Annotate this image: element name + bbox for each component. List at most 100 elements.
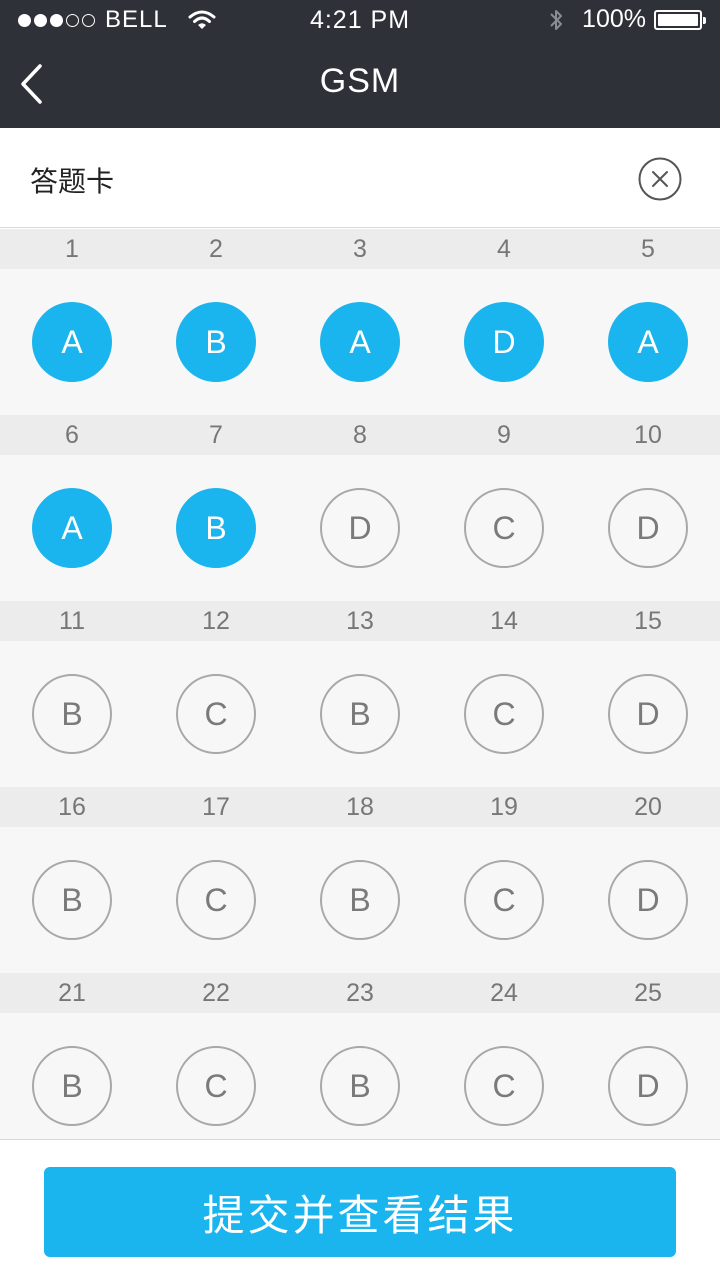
unanswered-option-button[interactable]: D (608, 860, 688, 940)
battery-icon (654, 9, 706, 30)
answered-option-button[interactable]: A (32, 488, 112, 568)
unanswered-option-button[interactable]: C (464, 860, 544, 940)
answer-cell: B (288, 860, 432, 940)
question-number: 19 (490, 793, 518, 821)
answer-grid: 1 2 3 4 5 A B A D A 6 7 8 9 10 A B D C D 11 12 13 14 15 B C B C D 16 17… (0, 229, 720, 1139)
answer-cell: C (144, 1046, 288, 1126)
question-number: 23 (346, 979, 374, 1007)
question-number-row: 1 2 3 4 5 (0, 229, 720, 269)
answer-sheet-header: 答题卡 (0, 128, 720, 228)
unanswered-option-button[interactable]: C (464, 1046, 544, 1126)
question-number: 24 (490, 979, 518, 1007)
status-right: 100% (548, 5, 706, 34)
status-bar: BELL 4:21 PM 100% (0, 0, 720, 40)
answered-option-button[interactable]: B (176, 488, 256, 568)
question-block: 16 17 18 19 20 B C B C D (0, 787, 720, 973)
page-title: GSM (319, 62, 401, 100)
question-block: 11 12 13 14 15 B C B C D (0, 601, 720, 787)
answer-cell: B (288, 1046, 432, 1126)
answer-cell: C (432, 860, 576, 940)
question-number: 11 (59, 607, 85, 635)
question-number: 4 (497, 235, 511, 263)
question-number: 14 (490, 607, 518, 635)
answer-cell: D (576, 860, 720, 940)
question-number: 21 (58, 979, 86, 1007)
question-number: 6 (65, 421, 79, 449)
close-icon[interactable] (638, 157, 682, 201)
question-number: 25 (634, 979, 662, 1007)
unanswered-option-button[interactable]: B (320, 674, 400, 754)
question-number-row: 6 7 8 9 10 (0, 415, 720, 455)
question-number: 12 (202, 607, 230, 635)
answer-cell: C (432, 488, 576, 568)
answer-cell: A (576, 302, 720, 382)
question-number: 2 (209, 235, 223, 263)
question-number: 16 (58, 793, 86, 821)
footer: 提交并查看结果 (0, 1139, 720, 1280)
answer-cell: C (144, 674, 288, 754)
unanswered-option-button[interactable]: B (32, 674, 112, 754)
answer-cell: B (0, 1046, 144, 1126)
answer-cell: C (144, 860, 288, 940)
unanswered-option-button[interactable]: B (32, 860, 112, 940)
answer-sheet-title: 答题卡 (30, 165, 115, 198)
unanswered-option-button[interactable]: D (320, 488, 400, 568)
answer-cell: B (144, 488, 288, 568)
unanswered-option-button[interactable]: B (320, 860, 400, 940)
question-number: 17 (202, 793, 230, 821)
unanswered-option-button[interactable]: B (32, 1046, 112, 1126)
answer-cell: D (288, 488, 432, 568)
question-number-row: 16 17 18 19 20 (0, 787, 720, 827)
question-number: 3 (353, 235, 367, 263)
answered-option-button[interactable]: A (608, 302, 688, 382)
question-block: 21 22 23 24 25 B C B C D (0, 973, 720, 1139)
answer-cell: D (576, 1046, 720, 1126)
unanswered-option-button[interactable]: C (176, 1046, 256, 1126)
question-block: 12345ABADA (0, 229, 720, 415)
answer-cell: B (288, 674, 432, 754)
question-number-row: 21 22 23 24 25 (0, 973, 720, 1013)
unanswered-option-button[interactable]: B (320, 1046, 400, 1126)
answer-cell: B (0, 860, 144, 940)
question-number: 20 (634, 793, 662, 821)
answer-cell: D (576, 488, 720, 568)
unanswered-option-button[interactable]: C (176, 860, 256, 940)
answer-row: BCBCD (0, 827, 720, 973)
battery-percent: 100% (582, 5, 646, 33)
bluetooth-icon (550, 9, 563, 30)
unanswered-option-button[interactable]: C (464, 674, 544, 754)
unanswered-option-button[interactable]: D (608, 488, 688, 568)
answer-cell: D (576, 674, 720, 754)
unanswered-option-button[interactable]: C (464, 488, 544, 568)
question-number: 13 (346, 607, 374, 635)
answer-cell: C (432, 674, 576, 754)
answer-cell: A (0, 488, 144, 568)
question-number: 22 (202, 979, 230, 1007)
question-number: 18 (346, 793, 374, 821)
answer-cell: B (0, 674, 144, 754)
answered-option-button[interactable]: A (320, 302, 400, 382)
question-number: 5 (641, 235, 655, 263)
answered-option-button[interactable]: D (464, 302, 544, 382)
answered-option-button[interactable]: A (32, 302, 112, 382)
answer-row: ABDCD (0, 455, 720, 601)
question-number: 9 (497, 421, 511, 449)
answer-row: BCBCD (0, 641, 720, 787)
submit-button[interactable]: 提交并查看结果 (44, 1167, 676, 1257)
question-number: 10 (634, 421, 662, 449)
answer-row: BCBCD (0, 1013, 720, 1139)
question-number: 7 (209, 421, 223, 449)
nav-bar: GSM (0, 40, 720, 128)
answer-row: ABADA (0, 269, 720, 415)
answered-option-button[interactable]: B (176, 302, 256, 382)
question-number: 1 (65, 235, 79, 263)
answer-cell: A (0, 302, 144, 382)
question-number: 15 (634, 607, 662, 635)
unanswered-option-button[interactable]: C (176, 674, 256, 754)
unanswered-option-button[interactable]: D (608, 1046, 688, 1126)
unanswered-option-button[interactable]: D (608, 674, 688, 754)
question-number-row: 11 12 13 14 15 (0, 601, 720, 641)
answer-cell: A (288, 302, 432, 382)
question-block: 6 7 8 9 10 A B D C D (0, 415, 720, 601)
answer-cell: C (432, 1046, 576, 1126)
